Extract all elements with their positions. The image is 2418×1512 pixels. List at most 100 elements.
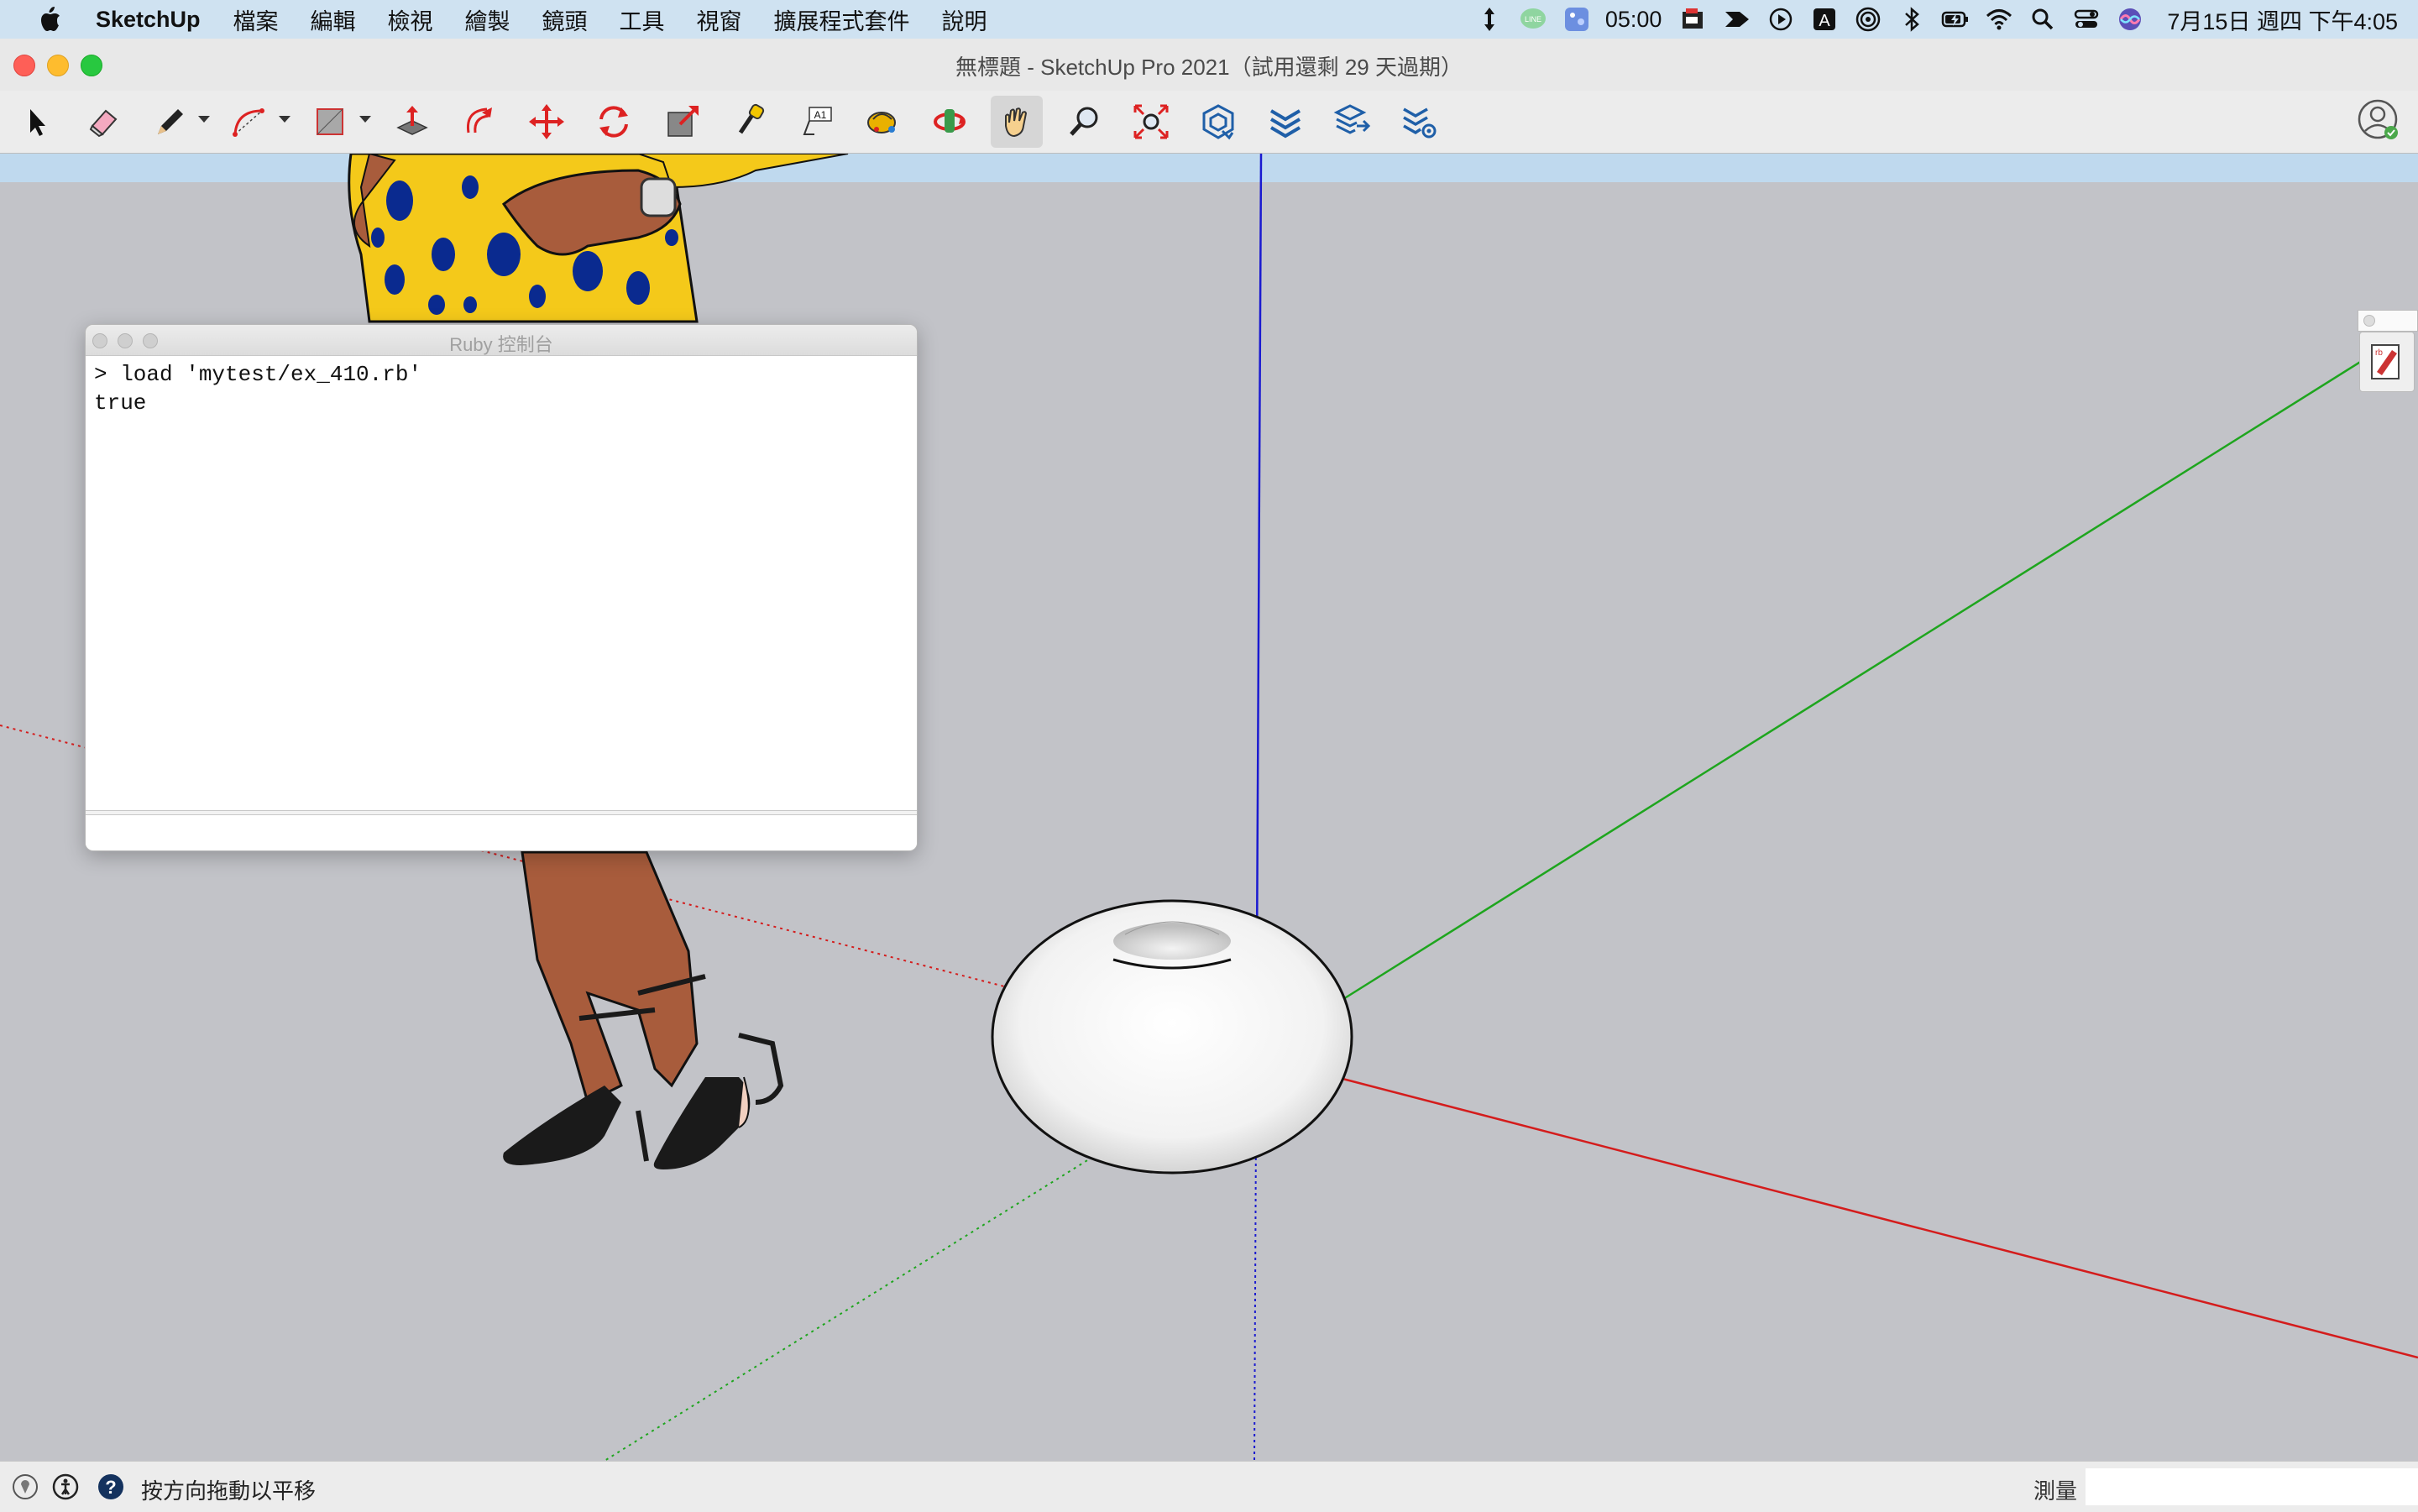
- status-bar: ? 按方向拖動以平移 測量: [0, 1461, 2418, 1512]
- arrow-app-icon[interactable]: [1715, 0, 1759, 39]
- extension-warehouse-icon: [1269, 109, 1301, 139]
- menu-tools[interactable]: 工具: [620, 3, 665, 36]
- zoom-magnifier-icon: [1070, 107, 1098, 136]
- spotlight-icon[interactable]: [2021, 0, 2065, 39]
- console-line-command: > load 'mytest/ex_410.rb': [94, 362, 422, 387]
- menubar-clock[interactable]: 7月15日 週四 下午4:05: [2167, 3, 2398, 36]
- input-method-icon[interactable]: A: [1803, 0, 1846, 39]
- input-method-label: A: [1819, 12, 1831, 30]
- extension-manager-icon: [1403, 107, 1437, 139]
- menu-help[interactable]: 說明: [942, 3, 987, 36]
- tape-measure-icon: [738, 103, 765, 134]
- menu-window[interactable]: 視窗: [697, 3, 742, 36]
- 3d-warehouse-tool-button[interactable]: [1192, 96, 1244, 148]
- ruby-editor-button[interactable]: rb: [2359, 332, 2415, 392]
- status-message: 按方向拖動以平移: [141, 1478, 317, 1504]
- rectangle-dropdown-icon[interactable]: [359, 116, 371, 123]
- svg-text:LINE: LINE: [1525, 15, 1541, 24]
- weather-icon[interactable]: [1555, 0, 1599, 39]
- paint-bucket-tool-button[interactable]: [856, 96, 908, 148]
- control-center-icon[interactable]: [2065, 0, 2108, 39]
- apple-icon[interactable]: [37, 5, 62, 34]
- window-title: 無標題 - SketchUp Pro 2021（試用還剩 29 天過期）: [955, 55, 1463, 80]
- tray-close-dot[interactable]: [2363, 315, 2375, 327]
- user-account-icon: [2358, 99, 2398, 139]
- orbit-tool-button[interactable]: [924, 96, 976, 148]
- ruby-console-title: Ruby 控制台: [449, 334, 553, 355]
- instructor-help-icon[interactable]: ?: [97, 1473, 124, 1500]
- select-arrow-icon: [30, 109, 45, 136]
- timer-text[interactable]: 05:00: [1605, 7, 1662, 33]
- measurements-label: 測量: [2033, 1478, 2078, 1504]
- tray-handle[interactable]: [2358, 310, 2418, 332]
- app-menu[interactable]: SketchUp: [96, 7, 201, 33]
- scale-icon: [667, 106, 699, 137]
- extension-manager-tool-button[interactable]: [1394, 96, 1446, 148]
- svg-text:rb: rb: [2375, 348, 2383, 358]
- airdrop-icon[interactable]: [1846, 0, 1890, 39]
- ruby-console-window[interactable]: Ruby 控制台 > load 'mytest/ex_410.rb'true: [85, 324, 918, 851]
- eraser-icon: [89, 109, 118, 138]
- menu-draw[interactable]: 繪製: [465, 3, 510, 36]
- arc-tool-button[interactable]: [223, 96, 275, 148]
- zoom-tool-button[interactable]: [1058, 96, 1110, 148]
- ruby-console-titlebar[interactable]: Ruby 控制台: [86, 325, 917, 356]
- bluetooth-icon[interactable]: [1890, 0, 1934, 39]
- status-area: LINE 05:00 A 7月15日 週四 下午4:05: [1468, 0, 2398, 39]
- window-titlebar: 無標題 - SketchUp Pro 2021（試用還剩 29 天過期）: [0, 39, 2418, 92]
- siri-icon[interactable]: [2108, 0, 2152, 39]
- paint-bucket-icon: [867, 112, 896, 133]
- eraser-tool-button[interactable]: [77, 96, 129, 148]
- pencil-tool-button[interactable]: [144, 96, 196, 148]
- menu-camera[interactable]: 鏡頭: [542, 3, 588, 36]
- rectangle-tool-button[interactable]: [304, 96, 356, 148]
- measurements-input[interactable]: [2086, 1468, 2418, 1505]
- orbit-icon: [934, 109, 966, 133]
- arc-icon: [233, 108, 264, 137]
- ruby-editor-icon: rb: [2371, 344, 2400, 379]
- line-app-icon[interactable]: LINE: [1511, 0, 1555, 39]
- credits-icon[interactable]: [52, 1473, 79, 1500]
- move-tool-button[interactable]: [521, 96, 573, 148]
- menu-edit[interactable]: 編輯: [311, 3, 356, 36]
- main-toolbar: A1: [0, 91, 2418, 154]
- zoom-extents-tool-button[interactable]: [1125, 96, 1177, 148]
- arc-dropdown-icon[interactable]: [279, 116, 290, 123]
- pencil-dropdown-icon[interactable]: [198, 116, 210, 123]
- extension-warehouse-tool-button[interactable]: [1259, 96, 1311, 148]
- svg-text:?: ?: [105, 1477, 116, 1498]
- menu-bar: SketchUp 檔案 編輯 檢視 繪製 鏡頭 工具 視窗 擴展程式套件 說明 …: [0, 0, 2418, 39]
- rotate-icon: [599, 106, 628, 138]
- send-layers-icon: [1333, 104, 1371, 134]
- battery-icon[interactable]: [1934, 0, 1977, 39]
- ruby-console-input[interactable]: [86, 815, 917, 849]
- geo-location-icon[interactable]: [12, 1473, 39, 1500]
- offset-tool-button[interactable]: [453, 96, 505, 148]
- push-pull-tool-button[interactable]: [386, 96, 438, 148]
- ruby-console-output[interactable]: > load 'mytest/ex_410.rb'true: [94, 360, 908, 797]
- account-button[interactable]: [2356, 97, 2403, 144]
- move-icon: [529, 104, 564, 139]
- menu-file[interactable]: 檔案: [233, 3, 279, 36]
- menu-extensions[interactable]: 擴展程式套件: [774, 3, 910, 36]
- push-pull-icon: [396, 106, 428, 135]
- menu-view[interactable]: 檢視: [388, 3, 433, 36]
- scale-tool-button[interactable]: [657, 96, 709, 148]
- tape-measure-tool-button[interactable]: [724, 96, 776, 148]
- 3d-warehouse-icon: [1202, 104, 1234, 140]
- text-tool-button[interactable]: A1: [791, 96, 843, 148]
- pan-tool-button[interactable]: [991, 96, 1043, 148]
- torus-model[interactable]: [991, 899, 1353, 1175]
- screen-recorder-icon[interactable]: [1672, 0, 1715, 39]
- select-tool-button[interactable]: [10, 96, 62, 148]
- arrow-updown-icon[interactable]: [1468, 0, 1511, 39]
- svg-text:A1: A1: [814, 109, 827, 121]
- play-icon[interactable]: [1759, 0, 1803, 39]
- rectangle-icon: [317, 108, 343, 135]
- send-to-layout-tool-button[interactable]: [1327, 96, 1379, 148]
- console-line-result: true: [94, 390, 147, 416]
- text-label-icon: A1: [803, 107, 832, 135]
- rotate-tool-button[interactable]: [588, 96, 640, 148]
- wifi-icon[interactable]: [1977, 0, 2021, 39]
- offset-icon: [466, 107, 492, 133]
